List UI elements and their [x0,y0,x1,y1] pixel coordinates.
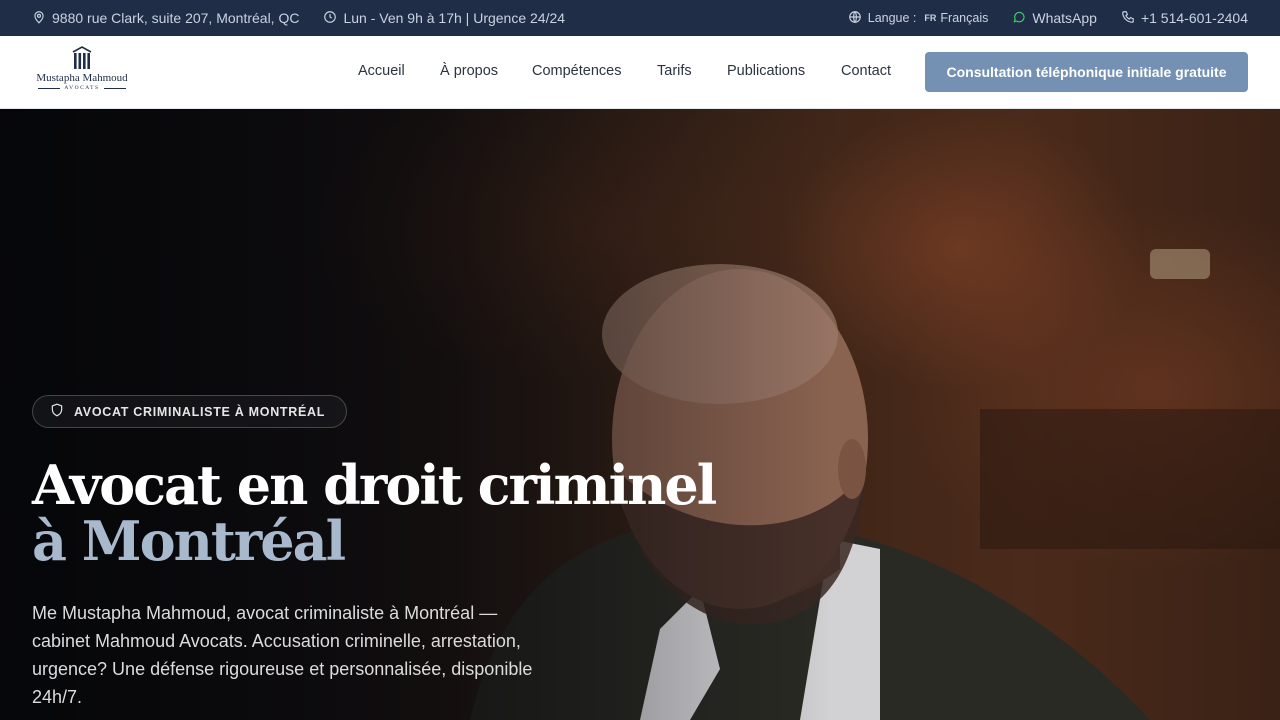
logo-columns-icon [72,46,92,69]
logo-rule-right [103,87,126,89]
top-info-bar: 9880 rue Clark, suite 207, Montréal, QC … [0,0,1280,36]
address-item: 9880 rue Clark, suite 207, Montréal, QC [32,10,299,27]
address-text: 9880 rue Clark, suite 207, Montréal, QC [52,10,300,26]
nav-item-contact[interactable]: Contact [841,63,891,79]
whatsapp-icon [1012,10,1026,27]
hero-title-main: Avocat en droit criminel [32,453,717,517]
specialty-badge: AVOCAT CRIMINALISTE À MONTRÉAL [32,395,347,428]
logo-rule-left [38,87,61,89]
nav-item-a-propos[interactable]: À propos [440,63,498,79]
topbar-right: Langue : FR Français WhatsApp +1 514-601… [848,10,1248,27]
language-name: Français [940,11,989,25]
hero-description: Me Mustapha Mahmoud, avocat criminaliste… [32,603,533,707]
hours-text: Lun - Ven 9h à 17h | Urgence 24/24 [343,10,566,26]
hero-title: Avocat en droit criminel à Montréal [32,457,732,569]
hours-item: Lun - Ven 9h à 17h | Urgence 24/24 [323,10,565,27]
clock-icon [323,10,337,27]
hero-title-accent: à Montréal [32,509,346,573]
logo[interactable]: Mustapha Mahmoud AVOCATS [32,46,132,98]
language-selector[interactable]: Langue : FR Français [848,10,989,27]
location-pin-icon [32,10,46,27]
whatsapp-label: WhatsApp [1032,10,1097,26]
site-header: Mustapha Mahmoud AVOCATS Accueil À propo… [0,36,1280,109]
language-label: Langue : [867,11,917,25]
phone-number: +1 514-601-2404 [1140,10,1248,26]
nav-item-publications[interactable]: Publications [727,63,805,79]
logo-name: Mustapha Mahmoud [36,72,128,84]
badge-text: AVOCAT CRIMINALISTE À MONTRÉAL [74,404,326,419]
phone-link[interactable]: +1 514-601-2404 [1121,10,1248,27]
free-consultation-button[interactable]: Consultation téléphonique initiale gratu… [925,52,1248,92]
nav-item-competences[interactable]: Compétences [532,63,621,79]
whatsapp-link[interactable]: WhatsApp [1012,10,1097,27]
nav-item-accueil[interactable]: Accueil [358,63,405,79]
shield-icon [50,403,64,420]
topbar-left: 9880 rue Clark, suite 207, Montréal, QC … [32,10,565,27]
logo-subtitle-row: AVOCATS [32,85,132,91]
language-code: FR [924,13,937,23]
hero-section: AVOCAT CRIMINALISTE À MONTRÉAL Avocat en… [0,109,1280,720]
phone-icon [1121,10,1135,27]
logo-subtitle: AVOCATS [64,85,100,91]
nav-item-tarifs[interactable]: Tarifs [657,63,692,79]
globe-icon [848,10,862,27]
